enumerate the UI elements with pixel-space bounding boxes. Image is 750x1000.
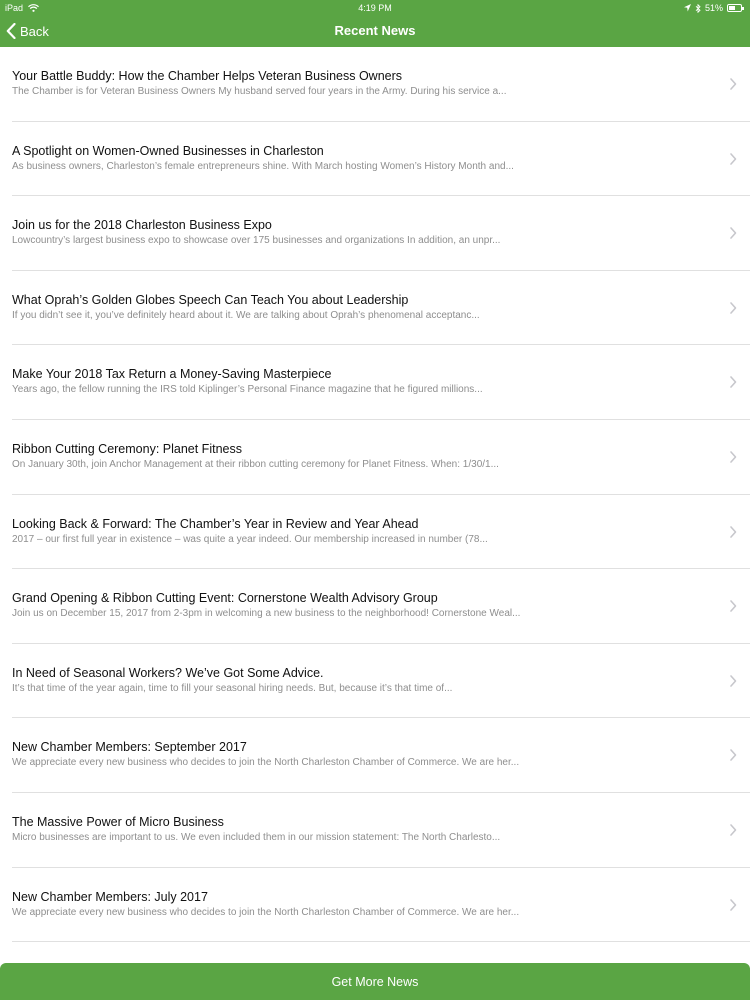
chevron-right-icon <box>730 301 737 314</box>
chevron-right-icon <box>730 227 737 239</box>
news-summary: On January 30th, join Anchor Management … <box>12 458 499 470</box>
battery-level <box>729 6 735 10</box>
chevron-right-icon <box>730 78 737 90</box>
news-title: In Need of Seasonal Workers? We’ve Got S… <box>12 665 324 680</box>
news-list-item[interactable]: New Chamber Members: September 2017 We ap… <box>0 718 750 793</box>
news-title: A Spotlight on Women-Owned Businesses in… <box>12 143 324 158</box>
news-list-item[interactable]: What Oprah’s Golden Globes Speech Can Te… <box>0 271 750 346</box>
news-title: Looking Back & Forward: The Chamber’s Ye… <box>12 516 419 531</box>
status-bar: iPad 4:19 PM 51% <box>0 0 750 16</box>
get-more-news-button[interactable]: Get More News <box>0 963 750 1000</box>
get-more-news-label: Get More News <box>331 974 419 989</box>
news-title: Ribbon Cutting Ceremony: Planet Fitness <box>12 441 242 456</box>
news-list-item[interactable]: Join us for the 2018 Charleston Business… <box>0 196 750 271</box>
news-summary: Join us on December 15, 2017 from 2-3pm … <box>12 608 521 620</box>
news-list: Your Battle Buddy: How the Chamber Helps… <box>0 47 750 942</box>
chevron-right-icon <box>730 749 737 762</box>
chevron-right-icon <box>730 600 737 612</box>
news-list-item[interactable]: The Massive Power of Micro Business Micro… <box>0 793 750 868</box>
status-right: 51% <box>683 3 744 13</box>
news-list-item[interactable]: Ribbon Cutting Ceremony: Planet Fitness O… <box>0 420 750 495</box>
news-summary: As business owners, Charleston’s female … <box>12 160 514 172</box>
news-list-item[interactable]: Make Your 2018 Tax Return a Money-Saving… <box>0 345 750 420</box>
news-title: Your Battle Buddy: How the Chamber Helps… <box>12 69 403 83</box>
news-title: Make Your 2018 Tax Return a Money-Saving… <box>12 367 332 382</box>
chevron-right-icon <box>730 674 737 687</box>
chevron-right-icon <box>730 376 737 389</box>
news-list-item[interactable]: New Chamber Members: July 2017 We appreci… <box>0 868 750 943</box>
chevron-right-icon <box>730 824 737 836</box>
news-summary: Years ago, the fellow running the IRS to… <box>12 384 483 396</box>
news-title: New Chamber Members: September 2017 <box>12 740 247 755</box>
news-title: Grand Opening & Ribbon Cutting Event: Co… <box>12 591 438 606</box>
news-list-item[interactable]: Grand Opening & Ribbon Cutting Event: Co… <box>0 569 750 644</box>
news-summary: Micro businesses are important to us. We… <box>12 831 501 843</box>
news-summary: We appreciate every new business who dec… <box>12 757 520 769</box>
battery-percent: 51% <box>704 3 723 13</box>
news-summary: We appreciate every new business who dec… <box>12 906 520 918</box>
news-summary: The Chamber is for Veteran Business Owne… <box>12 86 507 97</box>
battery-icon <box>727 4 744 12</box>
chevron-right-icon <box>730 451 737 463</box>
news-summary: 2017 – our first full year in existence … <box>12 533 488 545</box>
news-list-item[interactable]: Looking Back & Forward: The Chamber’s Ye… <box>0 495 750 570</box>
location-arrow-icon <box>683 4 691 12</box>
chevron-right-icon <box>730 525 737 538</box>
news-list-item[interactable]: Your Battle Buddy: How the Chamber Helps… <box>0 47 750 122</box>
news-summary: It’s that time of the year again, time t… <box>12 682 453 694</box>
header: iPad 4:19 PM 51% Back Recent News <box>0 0 750 47</box>
nav-bar: Back Recent News <box>0 16 750 47</box>
news-title: What Oprah’s Golden Globes Speech Can Te… <box>12 292 409 307</box>
news-summary: If you didn’t see it, you’ve definitely … <box>12 309 480 321</box>
news-title: New Chamber Members: July 2017 <box>12 889 208 904</box>
news-title: The Massive Power of Micro Business <box>12 814 224 829</box>
news-title: Join us for the 2018 Charleston Business… <box>12 218 272 233</box>
news-list-item[interactable]: In Need of Seasonal Workers? We’ve Got S… <box>0 644 750 719</box>
status-time: 4:19 PM <box>358 3 392 13</box>
news-list-item[interactable]: A Spotlight on Women-Owned Businesses in… <box>0 122 750 197</box>
chevron-right-icon <box>730 898 737 911</box>
news-summary: Lowcountry’s largest business expo to sh… <box>12 235 501 247</box>
bluetooth-icon <box>695 3 701 13</box>
page-title: Recent News <box>334 23 416 38</box>
chevron-right-icon <box>730 152 737 165</box>
